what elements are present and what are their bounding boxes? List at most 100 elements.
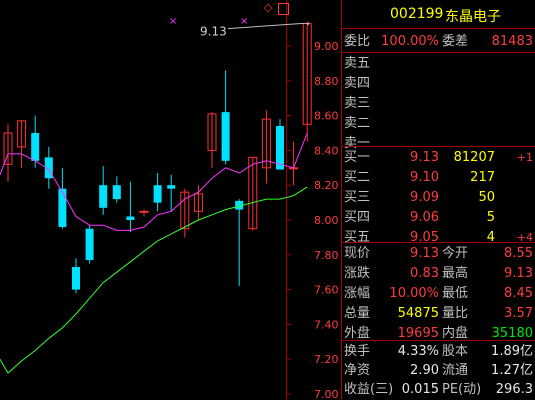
buy-level-price: 9.09	[410, 190, 439, 205]
quote-value: 10.00%	[389, 286, 439, 301]
candle-body	[139, 210, 149, 213]
candle-body	[112, 185, 121, 200]
sell-level-row: 卖五	[342, 54, 535, 74]
stat-value: 4.33%	[397, 344, 439, 359]
candle-body	[99, 185, 108, 208]
sell-level-row: 卖二	[342, 114, 535, 134]
buy-level-price: 9.10	[410, 170, 439, 185]
quote-label-2: 最高	[442, 266, 469, 281]
stat-row: 净资 2.90 流通 1.27亿	[342, 361, 535, 381]
quote-label-2: 内盘	[442, 326, 469, 341]
buy-level-volume: 217	[470, 170, 495, 185]
buy-level-volume: 81207	[453, 150, 495, 165]
weibi-row: 委比 100.00% 委差 81483	[342, 32, 535, 52]
y-tick-label: 8.60	[314, 110, 339, 123]
quote-label-2: 今开	[442, 246, 469, 261]
divider-weibi	[342, 52, 535, 53]
quote-row: 总量 54875 量比 3.57	[342, 304, 535, 324]
stock-name: 东晶电子	[445, 9, 501, 25]
sell-level-label: 卖四	[344, 76, 371, 91]
quote-value: 9.13	[410, 246, 439, 261]
stat-label-2: 股本	[442, 344, 469, 359]
buy-level-row: 买三 9.09 50	[342, 188, 535, 208]
divider-quote	[342, 340, 535, 341]
buy-level-label: 买一	[344, 150, 371, 165]
quote-row: 外盘 19695 内盘 35180	[342, 324, 535, 344]
quote-row: 涨跌 0.83 最高 9.13	[342, 264, 535, 284]
divider-buy	[342, 242, 535, 243]
buy-level-volume: 50	[478, 190, 495, 205]
quote-label: 总量	[344, 306, 371, 321]
weibi-label: 委比	[344, 34, 371, 49]
quote-value-2: 8.55	[504, 246, 533, 261]
sell-level-row: 卖三	[342, 94, 535, 114]
buy-level-label: 买二	[344, 170, 371, 185]
sell-level-label: 卖三	[344, 96, 371, 111]
candle-body	[85, 228, 94, 261]
quote-label-2: 最低	[442, 286, 469, 301]
divider-header	[342, 28, 535, 29]
weibi-value: 100.00%	[381, 34, 439, 49]
stat-value: 2.90	[410, 363, 439, 378]
scroll-box-icon[interactable]	[278, 3, 289, 15]
quote-label: 涨幅	[344, 286, 371, 301]
weicha-value: 81483	[491, 34, 533, 49]
quote-label: 现价	[344, 246, 371, 261]
diamond-icon[interactable]: ◇	[264, 2, 274, 13]
sell-level-label: 卖五	[344, 56, 371, 71]
candle-body	[126, 216, 135, 220]
quote-label-2: 量比	[442, 306, 469, 321]
quote-value-2: 35180	[491, 326, 533, 341]
buy-level-price: 9.13	[410, 150, 439, 165]
stat-label-2: PE(动)	[442, 382, 482, 397]
signal-marker: ×	[169, 16, 177, 27]
y-tick-label: 8.80	[314, 75, 339, 88]
quote-value: 54875	[397, 306, 439, 321]
buy-level-row: 买二 9.10 217	[342, 168, 535, 188]
quote-value-2: 8.45	[504, 286, 533, 301]
quote-value: 0.83	[410, 266, 439, 281]
quote-label: 外盘	[344, 326, 371, 341]
candle-body	[276, 126, 284, 170]
candle-body	[167, 185, 176, 189]
stat-value: 0.015	[401, 382, 439, 397]
buy-level-label: 买四	[344, 210, 371, 225]
signal-marker: ×	[240, 16, 248, 27]
sell-level-label: 卖二	[344, 116, 371, 131]
stat-value-2: 1.27亿	[491, 363, 533, 378]
quote-value-2: 3.57	[504, 306, 533, 321]
y-tick-label: 7.20	[314, 353, 339, 366]
stat-label: 净资	[344, 363, 371, 378]
stat-value-2: 1.89亿	[491, 344, 533, 359]
stat-row: 换手 4.33% 股本 1.89亿	[342, 342, 535, 362]
y-tick-label: 8.20	[314, 179, 339, 192]
buy-level-row: 买四 9.06 5	[342, 208, 535, 228]
stat-label: 收益(三)	[344, 382, 394, 397]
quote-value-2: 9.13	[504, 266, 533, 281]
stat-label: 换手	[344, 344, 371, 359]
buy-level-price: 9.06	[410, 210, 439, 225]
buy-level-volume: 5	[486, 210, 495, 225]
stock-code: 002199	[390, 6, 444, 22]
y-tick-label: 9.00	[314, 40, 339, 53]
quote-row: 现价 9.13 今开 8.55	[342, 244, 535, 264]
weicha-label: 委差	[442, 34, 469, 49]
buy-level-row: 买一 9.13 81207 +1	[342, 148, 535, 168]
candle-body	[72, 266, 80, 290]
y-tick-label: 8.00	[314, 214, 339, 227]
high-label: 9.13	[200, 25, 227, 39]
stat-value-2: 296.3	[495, 382, 533, 397]
quote-label: 涨跌	[344, 266, 371, 281]
stat-label-2: 流通	[442, 363, 469, 378]
candle-body	[221, 112, 230, 161]
y-tick-label: 8.40	[314, 144, 339, 157]
candle-body	[153, 185, 162, 203]
high-pointer-arrow: →	[302, 19, 310, 29]
divider-orderbook	[342, 146, 535, 147]
buy-level-change: +1	[516, 151, 533, 164]
candle-body	[31, 133, 40, 161]
y-tick-label: 7.40	[314, 318, 339, 331]
candle-body	[58, 188, 67, 227]
sell-level-row: 卖四	[342, 74, 535, 94]
stat-row: 收益(三) 0.015 PE(动) 296.3	[342, 380, 535, 400]
